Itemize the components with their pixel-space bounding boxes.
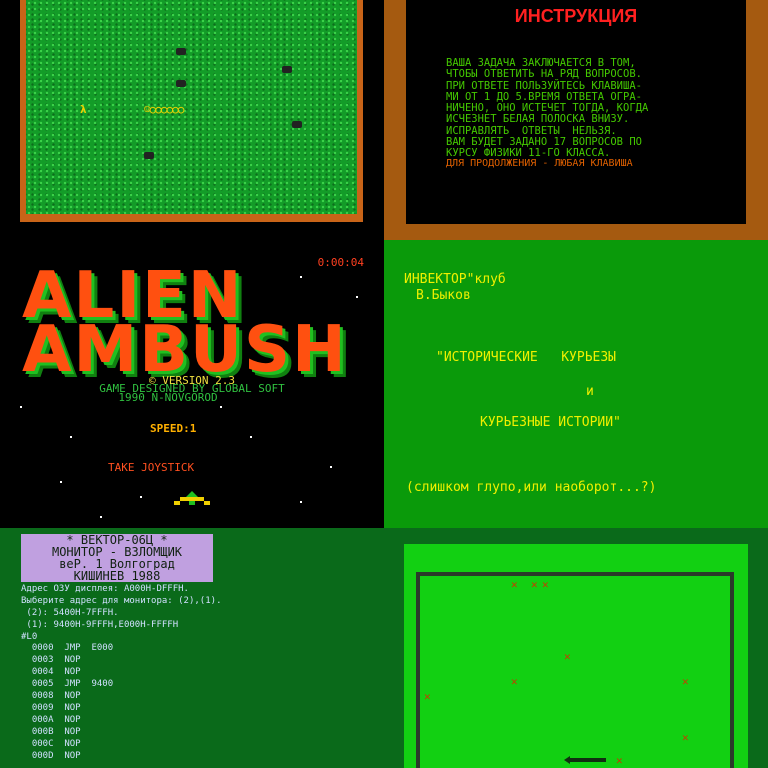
instructions-screen: ИНСТРУКЦИЯ ВАША ЗАДАЧА ЗАКЛЮЧАЕТСЯ В ТОМ… — [384, 0, 768, 256]
rock-obstacle — [292, 121, 302, 128]
enemy-marker: ✕ — [564, 650, 571, 663]
title-conjunction: и — [586, 384, 594, 399]
club-name: ИНВЕКТОР"клуб — [404, 272, 506, 287]
rock-obstacle — [176, 80, 186, 87]
historical-curiosities-screen: ИНВЕКТОР"клуб В.Быков "ИСТОРИЧЕСКИЕ КУРЬ… — [384, 240, 768, 528]
continue-prompt[interactable]: ДЛЯ ПРОДОЛЖЕНИЯ - ЛЮБАЯ КЛАВИША — [446, 158, 633, 169]
instructions-title: ИНСТРУКЦИЯ — [514, 6, 638, 26]
monitor-screen: * ВЕКТОР-06Ц * МОНИТОР - ВЗЛОМЩИК веР. 1… — [0, 528, 384, 768]
player-snake-icon — [564, 756, 606, 764]
title-line-2: КУРЬЕЗНЫЕ ИСТОРИИ" — [480, 415, 621, 430]
enemy-marker: ✕ — [511, 675, 518, 688]
enemy-marker: ✕ — [531, 578, 538, 591]
monitor-header-line: КИШИНЕВ 1988 — [21, 570, 213, 582]
enemy-marker: ✕ — [616, 754, 623, 767]
instructions-text: ВАША ЗАДАЧА ЗАКЛЮЧАЕТСЯ В ТОМ, ЧТОБЫ ОТВ… — [446, 57, 649, 160]
game-timer: 0:00:04 — [317, 256, 364, 269]
enemy-marker: ✕ — [682, 675, 689, 688]
take-joystick-prompt: TAKE JOYSTICK — [108, 461, 195, 474]
field-game-screen: ✕ ✕ ✕ ✕ ✕ ✕ ✕ ✕ ✕ — [384, 528, 768, 768]
play-area: ✕ ✕ ✕ ✕ ✕ ✕ ✕ ✕ ✕ — [404, 544, 748, 768]
alien-ambush-screen: 0:00:04 ALIEN AMBUSH © VERSION 2.3 GAME … — [0, 256, 384, 528]
food-item: λ — [80, 103, 87, 116]
logo-ambush: AMBUSH — [22, 313, 348, 387]
instructions-frame: ИНСТРУКЦИЯ ВАША ЗАДАЧА ЗАКЛЮЧАЕТСЯ В ТОМ… — [384, 0, 768, 240]
player-ship-icon — [174, 491, 210, 505]
city-credit: 1990 N-NOVGOROD — [118, 391, 218, 404]
rock-obstacle — [144, 152, 154, 159]
snake-game-screen: λ ☺○○○○○○ — [0, 0, 384, 256]
enemy-marker: ✕ — [511, 578, 518, 591]
rock-obstacle — [282, 66, 292, 73]
title-line-1: "ИСТОРИЧЕСКИЕ КУРЬЕЗЫ — [436, 350, 617, 365]
snake-field-border: λ ☺○○○○○○ — [20, 0, 363, 222]
author-name: В.Быков — [416, 288, 471, 303]
disassembly-listing: 0000 JMP E000 0003 NOP 0004 NOP 0005 JMP… — [21, 643, 114, 761]
enemy-marker: ✕ — [424, 690, 431, 703]
monitor-info: Адрес ОЗУ дисплея: A000H-DFFFH. Выберите… — [21, 584, 222, 642]
enemy-marker: ✕ — [682, 731, 689, 744]
snake-field-grass: λ ☺○○○○○○ — [26, 0, 357, 214]
rock-obstacle — [176, 48, 186, 55]
speed-setting[interactable]: SPEED:1 — [150, 422, 196, 435]
snake-body: ☺○○○○○○ — [144, 103, 184, 116]
subtitle: (слишком глупо,или наоборот...?) — [406, 480, 657, 495]
enemy-marker: ✕ — [542, 578, 549, 591]
instructions-panel: ИНСТРУКЦИЯ ВАША ЗАДАЧА ЗАКЛЮЧАЕТСЯ В ТОМ… — [406, 0, 746, 224]
